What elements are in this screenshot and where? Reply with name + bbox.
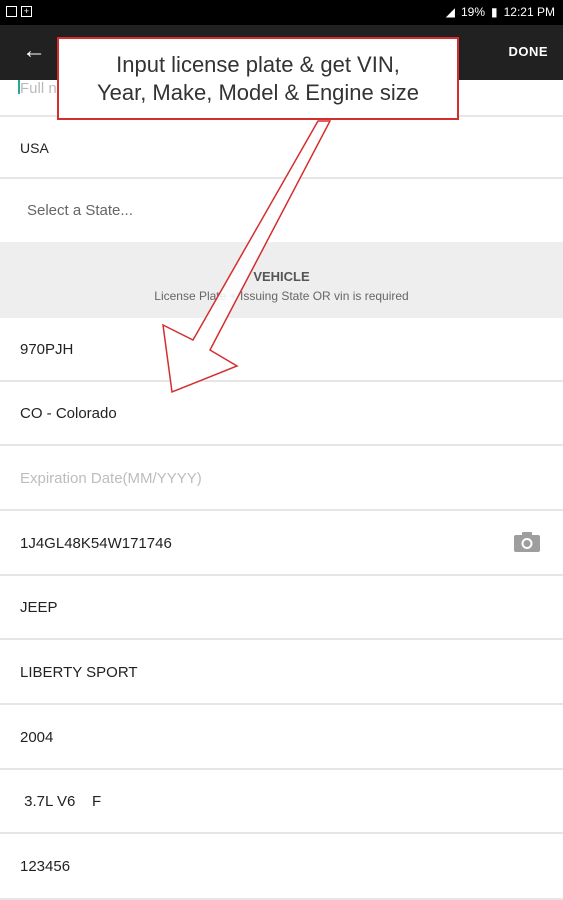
callout-line-2: Year, Make, Model & Engine size xyxy=(96,80,420,105)
year-field[interactable]: 2004 xyxy=(0,705,563,770)
gallery-icon xyxy=(6,6,17,17)
battery-icon: ▮ xyxy=(491,5,498,19)
done-button[interactable]: DONE xyxy=(508,44,548,59)
expiration-date-field[interactable]: Expiration Date(MM/YYYY) xyxy=(0,446,563,511)
annotation-callout: Input license plate & get VIN, Year, Mak… xyxy=(57,37,459,120)
signal-icon: ◢ xyxy=(445,5,455,19)
make-field[interactable]: JEEP xyxy=(0,576,563,640)
additional-field[interactable]: 123456 xyxy=(0,834,563,900)
plus-icon: + xyxy=(21,6,32,17)
clock: 12:21 PM xyxy=(503,5,555,19)
model-field[interactable]: LIBERTY SPORT xyxy=(0,640,563,705)
vehicle-section-header: VEHICLE License Plate + Issuing State OR… xyxy=(0,242,563,318)
battery-level: 19% xyxy=(460,5,486,19)
callout-line-1: Input license plate & get VIN, xyxy=(116,52,400,77)
status-bar: + ◢ 19% ▮ 12:21 PM xyxy=(0,0,563,25)
country-field[interactable]: USA xyxy=(0,117,563,179)
license-plate-field[interactable]: 970PJH xyxy=(0,318,563,382)
state-select[interactable]: Select a State... xyxy=(0,179,563,242)
camera-icon[interactable] xyxy=(513,531,541,553)
section-title: VEHICLE xyxy=(253,269,310,284)
section-subtitle: License Plate + Issuing State OR vin is … xyxy=(154,289,409,303)
text-cursor xyxy=(18,80,20,94)
arrow-left-icon[interactable]: ← xyxy=(22,37,46,65)
issuing-state-field[interactable]: CO - Colorado xyxy=(0,382,563,446)
engine-field[interactable]: 3.7L V6 F xyxy=(0,770,563,834)
vin-field[interactable]: 1J4GL48K54W171746 xyxy=(0,511,563,576)
